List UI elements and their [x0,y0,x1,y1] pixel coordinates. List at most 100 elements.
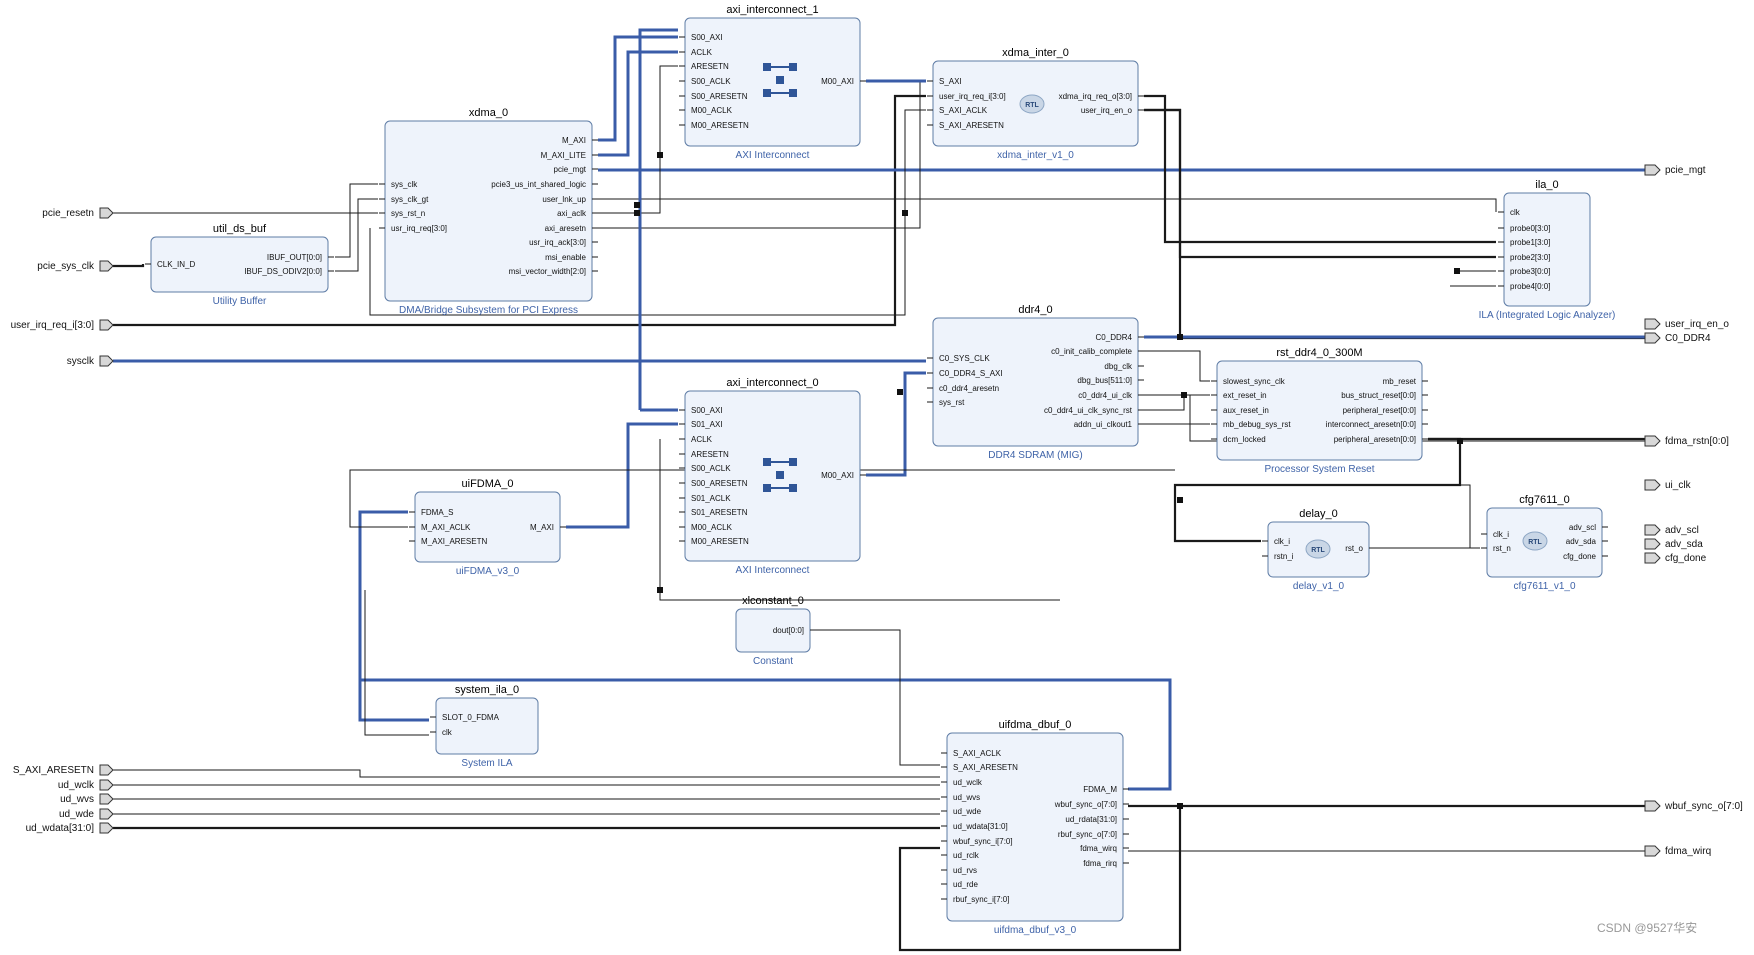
block-uifdma-dbuf-0[interactable]: uifdma_dbuf_0 uifdma_dbuf_v3_0 S_AXI_ACLK S… [941,719,1129,936]
pin-label: clk_i [1493,530,1509,539]
port-arrow-icon [1644,845,1661,857]
input-port[interactable]: ud_wclk [58,779,114,791]
output-port[interactable]: pcie_mgt [1644,164,1706,176]
connection-wire [816,629,940,766]
wire-junction [1177,497,1183,503]
connection-wire [866,371,926,477]
pin-label: M00_AXI [821,471,854,480]
block-util-ds-buf[interactable]: util_ds_buf Utility Buffer CLK_IN_D IBUF_OU… [145,223,334,307]
output-port[interactable]: C0_DDR4 [1644,332,1711,344]
crossbar-cell [776,471,784,479]
input-port[interactable]: S_AXI_ARESETN [13,764,114,776]
input-port[interactable]: pcie_sys_clk [37,260,114,272]
block-delay-0[interactable]: delay_0 delay_v1_0 clk_i rstn_i rst_o RTL [1262,508,1375,592]
block-cfg7611-0[interactable]: cfg7611_0 cfg7611_v1_0 clk_i rst_n adv_sclad… [1481,494,1608,592]
pin-label: usr_irq_ack[3:0] [529,238,586,247]
input-port[interactable]: ud_wvs [60,793,114,805]
pin-label: C0_DDR4 [1096,333,1133,342]
pin-label: IBUF_DS_ODIV2[0:0] [244,267,322,276]
wire-junction [634,210,640,216]
block-rst-ddr4-0-300M[interactable]: rst_ddr4_0_300M Processor System Reset slo… [1211,347,1428,475]
block-system-ila-0[interactable]: system_ila_0 System ILA SLOT_0_FDMAclk [430,684,539,769]
block-xdma-inter-0[interactable]: xdma_inter_0 xdma_inter_v1_0 S_AXI user_irq… [927,47,1144,161]
port-arrow-icon [99,822,114,834]
output-port[interactable]: user_irq_en_o [1644,318,1729,330]
wire-junction [902,210,908,216]
pin-label: adv_scl [1569,523,1596,532]
input-port[interactable]: user_irq_req_i[3:0] [11,319,114,331]
pin-label: S00_AXI [691,406,723,415]
pin-label: S_AXI_ACLK [953,749,1002,758]
crossbar-cell [763,484,771,492]
port-arrow-icon [99,808,114,820]
connection-wire [638,28,678,410]
pin-label: ud_wvs [953,793,980,802]
block-subtitle: Constant [753,656,793,667]
pin-label: S01_ARESETN [691,508,748,517]
pin-label: S00_AXI [691,33,723,42]
input-port[interactable]: sysclk [67,355,114,367]
pin-label: aux_reset_in [1223,406,1269,415]
pin-label: sys_rst [939,398,965,407]
block-body[interactable] [435,697,539,755]
pin-label: S01_AXI [691,420,723,429]
input-port[interactable]: ud_wde [59,808,114,820]
output-port[interactable]: fdma_rstn[0:0] [1644,435,1729,447]
pin-label: c0_ddr4_ui_clk_sync_rst [1044,406,1133,415]
connection-wire [598,198,1497,212]
output-port[interactable]: adv_sda [1644,538,1703,550]
block-axi-interconnect-0[interactable]: axi_interconnect_0 AXI Interconnect S00_AX… [679,377,866,576]
block-ddr4-0[interactable]: ddr4_0 DDR4 SDRAM (MIG) C0_SYS_CLK C0_DDR4_… [927,304,1144,461]
block-title: ddr4_0 [1018,304,1052,316]
port-arrow-icon [1644,538,1661,550]
block-title: delay_0 [1299,508,1338,520]
block-subtitle: AXI Interconnect [736,565,810,576]
input-port[interactable]: pcie_resetn [42,207,114,219]
crossbar-cell [763,458,771,466]
pin-label: M00_ACLK [691,523,733,532]
block-subtitle: delay_v1_0 [1293,581,1345,592]
port-arrow-icon [1644,318,1661,330]
connection-wire [1144,394,1210,411]
block-subtitle: Utility Buffer [213,296,267,307]
port-label: pcie_resetn [42,208,94,219]
output-port[interactable]: adv_scl [1644,524,1699,536]
crossbar-cell [789,89,797,97]
pin-label: wbuf_sync_o[7:0] [1054,800,1117,809]
block-xdma-0[interactable]: xdma_0 DMA/Bridge Subsystem for PCI Expre… [379,107,598,316]
pin-label: ext_reset_in [1223,391,1267,400]
rtl-icon: RTL [1305,539,1331,559]
output-port[interactable]: ui_clk [1644,479,1692,491]
connection-wire [1144,350,1210,382]
output-port[interactable]: cfg_done [1644,552,1707,564]
connection-wire [566,422,678,529]
block-uiFDMA-0[interactable]: uiFDMA_0 uiFDMA_v3_0 FDMA_S M_AXI_ACLK M_AXI… [409,478,566,577]
block-xlconstant-0[interactable]: xlconstant_0 Constant dout[0:0] [735,595,816,667]
port-label: ud_wde [59,809,94,820]
block-diagram-canvas: axi_interconnect_1 AXI Interconnect S00_AX… [11,4,1743,952]
rtl-text: RTL [1528,539,1542,546]
pin-label: M_AXI_LITE [541,151,586,160]
port-arrow-icon [99,260,114,272]
block-title: axi_interconnect_1 [726,4,818,16]
pin-label: user_irq_en_o [1081,106,1133,115]
pin-label: pcie3_us_int_shared_logic [491,180,586,189]
output-port[interactable]: wbuf_sync_o[7:0] [1644,800,1743,812]
pin-label: probe4[0:0] [1510,282,1550,291]
block-axi-interconnect-1[interactable]: axi_interconnect_1 AXI Interconnect S00_AX… [679,4,866,161]
port-arrow-icon [1644,552,1661,564]
pin-label: dcm_locked [1223,435,1266,444]
pin-label: axi_aclk [557,209,587,218]
input-port[interactable]: ud_wdata[31:0] [26,822,114,834]
pin-label: M00_AXI [821,77,854,86]
pin-label: rbuf_sync_o[7:0] [1058,830,1117,839]
block-ila-0[interactable]: ila_0 ILA (Integrated Logic Analyzer) clk p… [1479,179,1616,321]
block-title: system_ila_0 [455,684,519,696]
pin-label: user_irq_req_i[3:0] [939,92,1006,101]
output-port[interactable]: fdma_wirq [1644,845,1711,857]
pin-label: ud_rvs [953,866,977,875]
port-label: wbuf_sync_o[7:0] [1664,801,1743,812]
port-label: fdma_wirq [1665,846,1711,857]
pin-label: c0_init_calib_complete [1051,347,1132,356]
connection-wire [335,198,378,272]
